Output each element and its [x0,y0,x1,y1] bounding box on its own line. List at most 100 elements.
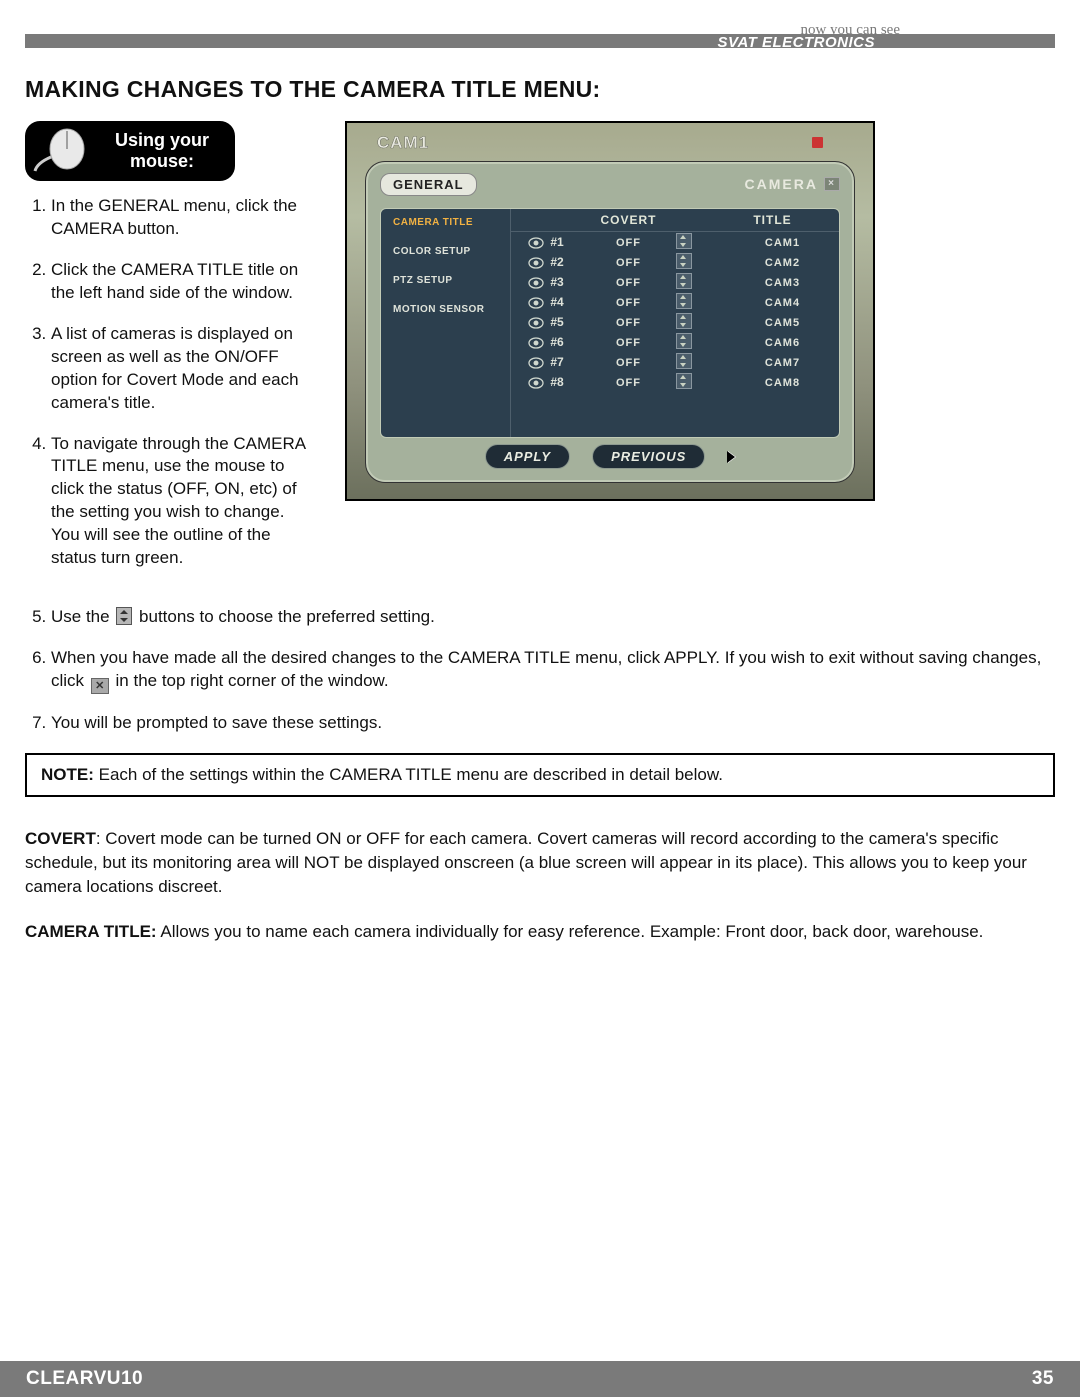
table-row: #4OFFCAM4 [511,292,839,312]
spinner-control[interactable] [676,253,692,269]
title-value[interactable]: CAM6 [745,337,800,349]
note-label: NOTE: [41,765,94,784]
using-mouse-badge: Using your mouse: [25,121,235,181]
manual-page: SVAT ELECTRONICS now you can see MAKING … [0,0,1080,1397]
covert-value[interactable]: OFF [616,257,641,269]
footer-product: CLEARVU10 [26,1368,143,1390]
def-covert: COVERT: Covert mode can be turned ON or … [25,827,1055,898]
covert-value[interactable]: OFF [616,317,641,329]
row-index: #8 [550,375,563,389]
steps-list-top: In the GENERAL menu, click the CAMERA bu… [25,195,315,570]
covert-value[interactable]: OFF [616,377,641,389]
def-covert-label: COVERT [25,829,96,848]
mouse-badge-text: Using your mouse: [99,130,225,171]
close-icon [91,678,109,694]
spinner-control[interactable] [676,313,692,329]
table-row: #7 OFF CAM7 [511,352,839,372]
brand-slogan: now you can see [800,22,900,39]
title-value[interactable]: CAM3 [745,277,800,289]
table-wrap: COVERT TITLE #1OFFCAM1#2OFFCAM2#3OFFCAM3… [511,209,839,437]
screenshot-camera-title-menu: CAM1 GENERAL CAMERA × CAMERA TIT [345,121,875,501]
covert-value[interactable]: OFF [616,337,641,349]
title-value[interactable]: CAM2 [745,257,800,269]
footer-bar: CLEARVU10 35 [0,1361,1080,1397]
camera-eye-icon [528,357,544,369]
row-index: #7 [550,355,563,369]
left-column: Using your mouse: In the GENERAL menu, c… [25,121,315,588]
header-title: TITLE [706,213,839,227]
side-menu-camera-title[interactable]: CAMERA TITLE [393,217,510,228]
page-title: MAKING CHANGES TO THE CAMERA TITLE MENU: [25,76,1055,103]
step-6: When you have made all the desired chang… [51,647,1055,694]
camera-eye-icon [528,317,544,329]
mouse-badge-line1: Using your [115,130,209,150]
row-index: #5 [550,315,563,329]
footer-page-number: 35 [1032,1368,1054,1390]
general-panel: GENERAL CAMERA × CAMERA TITLE COLOR SETU… [365,161,855,483]
cursor-icon [727,451,735,463]
camera-eye-icon [528,257,544,269]
camera-eye-icon [528,297,544,309]
spinner-control[interactable] [676,293,692,309]
def-camtitle-text: Allows you to name each camera individua… [157,922,984,941]
title-value[interactable]: CAM5 [745,317,800,329]
row-index: #6 [550,335,563,349]
spinner-control[interactable] [676,273,692,289]
settings-table: CAMERA TITLE COLOR SETUP PTZ SETUP MOTIO… [380,208,840,438]
step-4: To navigate through the CAMERA TITLE men… [51,433,315,571]
camera-eye-icon [528,277,544,289]
step-5-b: buttons to choose the preferred setting. [139,607,435,626]
step-2: Click the CAMERA TITLE title on the left… [51,259,315,305]
mouse-badge-line2: mouse: [130,151,194,171]
spinner-control[interactable] [676,233,692,249]
title-value[interactable]: CAM8 [745,377,800,389]
close-icon[interactable]: × [824,177,840,191]
covert-value[interactable]: OFF [616,297,641,309]
step-1: In the GENERAL menu, click the CAMERA bu… [51,195,315,241]
spinner-control[interactable] [676,353,692,369]
side-menu-motion-sensor[interactable]: MOTION SENSOR [393,304,510,315]
panel-tab-label: CAMERA [745,176,818,192]
panel-buttons: APPLY PREVIOUS [366,444,854,469]
covert-value[interactable]: OFF [616,357,641,369]
table-row: #2OFFCAM2 [511,252,839,272]
record-indicator-icon [812,137,823,148]
step-7: You will be prompted to save these setti… [51,712,1055,735]
title-value[interactable]: CAM1 [745,237,800,249]
two-column-layout: Using your mouse: In the GENERAL menu, c… [25,121,1055,588]
note-box: NOTE: Each of the settings within the CA… [25,753,1055,797]
camera-eye-icon [528,237,544,249]
table-row: #5 OFF CAM5 [511,312,839,332]
right-column: CAM1 GENERAL CAMERA × CAMERA TIT [345,121,1055,501]
note-text: Each of the settings within the CAMERA T… [99,765,723,784]
step-3: A list of cameras is displayed on screen… [51,323,315,415]
table-body: #1OFFCAM1#2OFFCAM2#3OFFCAM3#4OFFCAM4#5OF… [511,232,839,392]
def-camtitle-label: CAMERA TITLE: [25,922,157,941]
step-5-a: Use the [51,607,114,626]
table-row: #3OFFCAM3 [511,272,839,292]
apply-button[interactable]: APPLY [485,444,570,469]
spinner-icon [116,607,132,625]
covert-value[interactable]: OFF [616,237,641,249]
header-band: SVAT ELECTRONICS [25,34,1055,48]
side-menu: CAMERA TITLE COLOR SETUP PTZ SETUP MOTIO… [381,209,511,437]
table-row: #6 OFF CAM6 [511,332,839,352]
panel-top: GENERAL CAMERA × [380,172,840,196]
table-header: COVERT TITLE [511,209,839,232]
title-value[interactable]: CAM7 [745,357,800,369]
camera-eye-icon [528,337,544,349]
table-row: #1OFFCAM1 [511,232,839,252]
cam-label: CAM1 [377,133,429,153]
spinner-control[interactable] [676,373,692,389]
title-value[interactable]: CAM4 [745,297,800,309]
def-covert-text: : Covert mode can be turned ON or OFF fo… [25,829,1027,896]
previous-button[interactable]: PREVIOUS [592,444,705,469]
step-5: Use the buttons to choose the preferred … [51,606,1055,629]
definitions: COVERT: Covert mode can be turned ON or … [25,827,1055,944]
side-menu-ptz-setup[interactable]: PTZ SETUP [393,275,510,286]
covert-value[interactable]: OFF [616,277,641,289]
spinner-control[interactable] [676,333,692,349]
content-area: MAKING CHANGES TO THE CAMERA TITLE MENU:… [25,48,1055,944]
def-camera-title: CAMERA TITLE: Allows you to name each ca… [25,920,1055,944]
side-menu-color-setup[interactable]: COLOR SETUP [393,246,510,257]
